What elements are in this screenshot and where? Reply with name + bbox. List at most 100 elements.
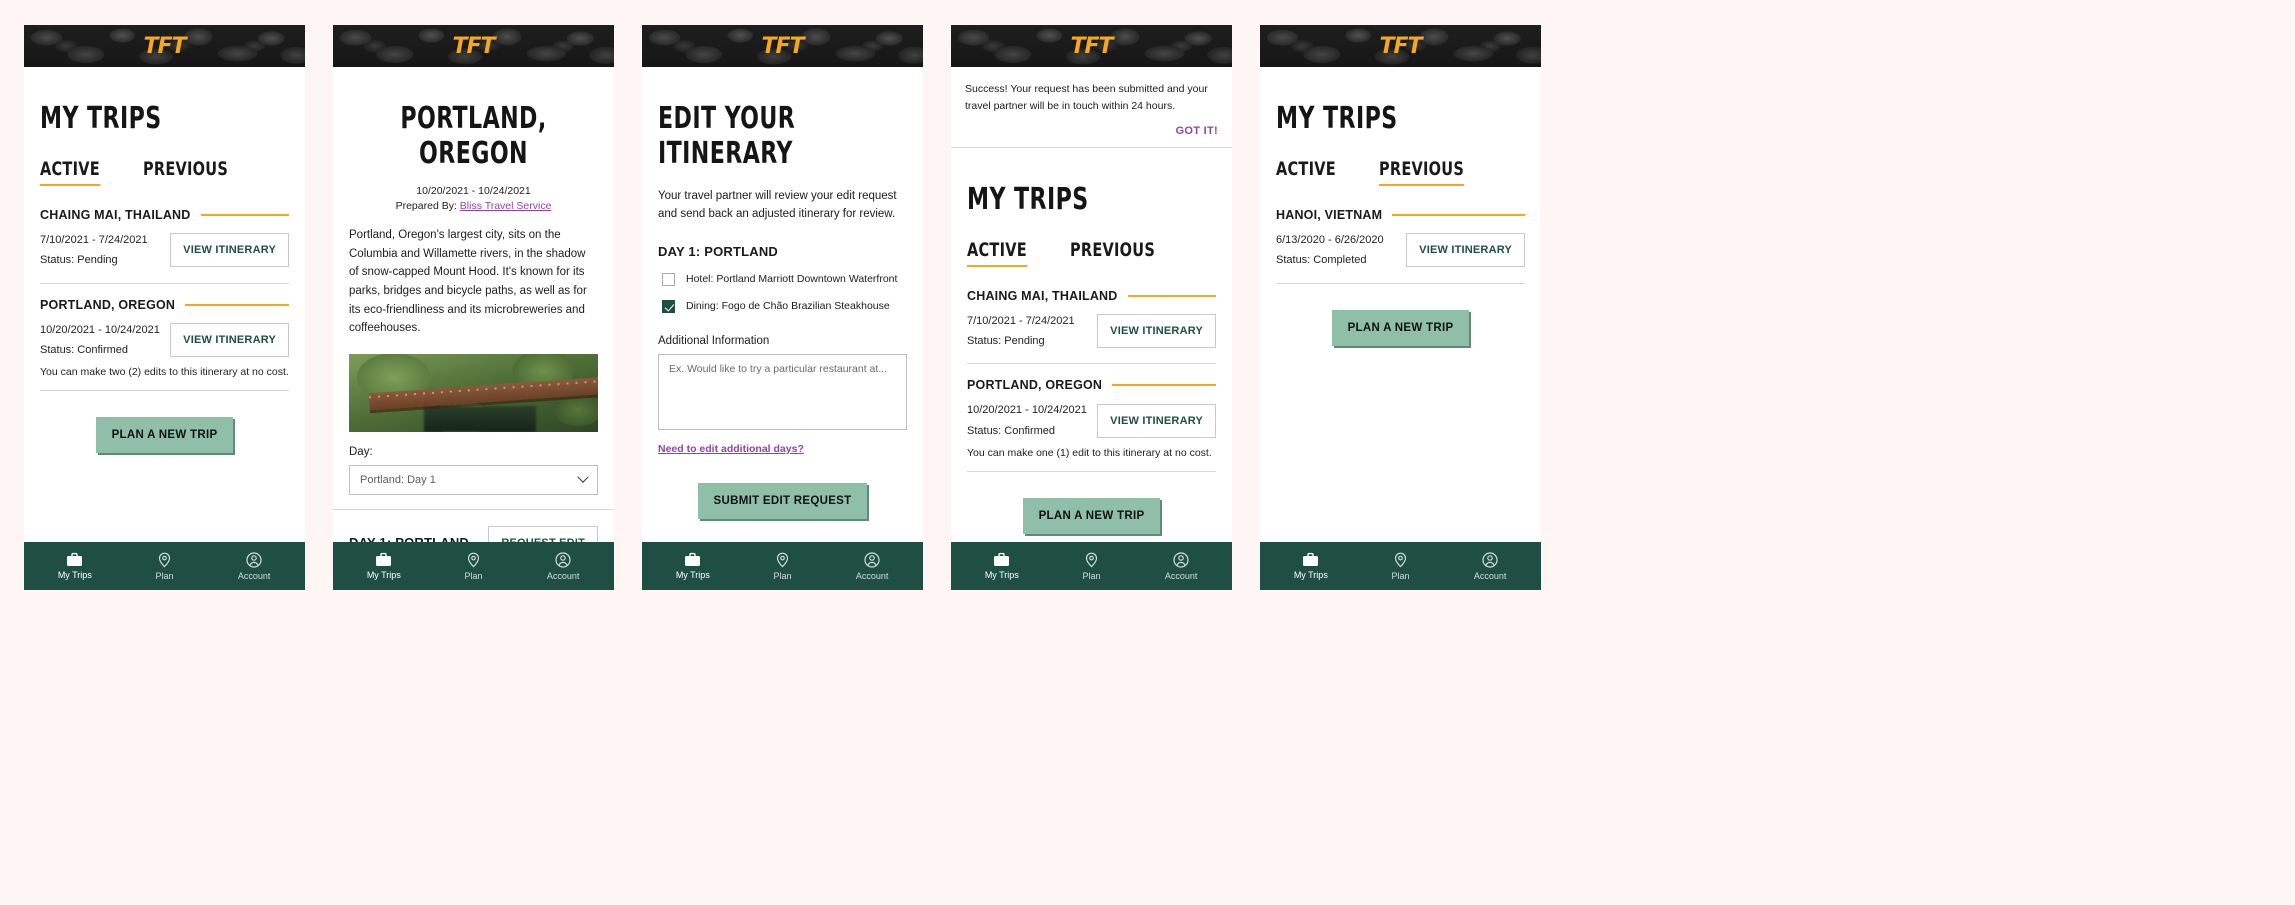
page-title: PORTLAND, OREGON [400,101,547,171]
nav-item-my-trips[interactable]: My Trips [30,552,119,580]
request-edit-button[interactable]: REQUEST EDIT [488,525,598,542]
nav-item-account[interactable]: Account [828,551,917,581]
plan-a-new-trip-button[interactable]: PLAN A NEW TRIP [1331,309,1470,346]
day-select[interactable]: Portland: Day 1 [349,464,598,495]
trip-row: 10/20/2021 - 10/24/2021 Status: Confirme… [967,400,1216,441]
tft-logo[interactable]: TFT [1070,34,1113,59]
tab-active[interactable]: ACTIVE [40,158,100,186]
nav-item-plan[interactable]: Plan [1356,552,1445,581]
trip-header: PORTLAND, OREGON [40,298,289,312]
nav-label: My Trips [1293,570,1328,580]
screen-content: EDIT YOUR ITINERARY Your travel partner … [642,67,923,542]
checkbox-dining[interactable] [662,299,675,313]
map-pin-icon [157,552,172,568]
nav-item-account[interactable]: Account [1446,551,1535,581]
tab-previous[interactable]: PREVIOUS [1070,239,1155,267]
nav-item-my-trips[interactable]: My Trips [339,552,428,580]
screen-content: MY TRIPS ACTIVE PREVIOUS HANOI, VIETNAM … [1260,67,1541,542]
trip-row: 7/10/2021 - 7/24/2021 Status: Pending VI… [967,311,1216,352]
trip-meta: 7/10/2021 - 7/24/2021 Status: Pending [40,230,148,271]
nav-item-plan[interactable]: Plan [1047,552,1136,581]
view-itinerary-button[interactable]: VIEW ITINERARY [170,233,289,268]
trip-meta: 7/10/2021 - 7/24/2021 Status: Pending [967,311,1075,352]
tft-logo[interactable]: TFT [143,34,186,59]
account-circle-icon [864,551,880,568]
trip-dates: 10/20/2021 - 10/24/2021 [967,404,1087,417]
nav-item-plan[interactable]: Plan [738,552,827,581]
travel-service-link[interactable]: Bliss Travel Service [460,200,552,212]
nav-label: My Trips [366,570,401,580]
trip-row: 6/13/2020 - 6/26/2020 Status: Completed … [1276,230,1525,271]
forest-bridge-photo [349,353,598,432]
nav-label: My Trips [675,570,710,580]
trip-status: Status: Pending [967,334,1045,347]
bottom-navigation: My Trips Plan Account [1260,542,1541,590]
tab-active[interactable]: ACTIVE [1276,158,1336,186]
view-itinerary-button[interactable]: VIEW ITINERARY [1406,233,1525,268]
trip-list: HANOI, VIETNAM 6/13/2020 - 6/26/2020 Sta… [1276,208,1525,284]
trip-edit-note: You can make two (2) edits to this itine… [40,366,289,379]
plan-a-new-trip-button[interactable]: PLAN A NEW TRIP [1022,497,1161,534]
trip-tabs: ACTIVE PREVIOUS [1276,158,1525,186]
app-header: TFT [1260,25,1541,67]
tft-logo[interactable]: TFT [761,34,804,59]
trip-destination: CHAING MAI, THAILAND [967,288,1118,303]
nav-item-my-trips[interactable]: My Trips [1266,552,1355,580]
nav-item-my-trips[interactable]: My Trips [648,552,737,580]
briefcase-icon [375,552,392,567]
screen-content: MY TRIPS ACTIVE PREVIOUS CHAING MAI, THA… [951,147,1232,542]
nav-item-account[interactable]: Account [210,551,299,581]
checkbox-row-dining[interactable]: Dining: Fogo de Chão Brazilian Steakhous… [658,299,907,313]
checkbox-row-hotel[interactable]: Hotel: Portland Marriott Downtown Waterf… [658,272,907,286]
nav-item-plan[interactable]: Plan [120,552,209,581]
briefcase-icon [993,552,1010,567]
nav-label: My Trips [57,570,92,580]
account-circle-icon [555,551,571,568]
nav-item-plan[interactable]: Plan [429,552,518,581]
additional-info-input[interactable]: Ex. Would like to try a particular resta… [658,353,907,430]
nav-item-account[interactable]: Account [519,551,608,581]
trip-card: HANOI, VIETNAM 6/13/2020 - 6/26/2020 Sta… [1276,208,1525,284]
tab-previous[interactable]: PREVIOUS [143,158,228,186]
view-itinerary-button[interactable]: VIEW ITINERARY [170,323,289,358]
view-itinerary-button[interactable]: VIEW ITINERARY [1097,313,1216,348]
trip-header: HANOI, VIETNAM [1276,208,1525,222]
tab-active[interactable]: ACTIVE [967,239,1027,267]
edit-additional-days-link[interactable]: Need to edit additional days? [658,443,804,455]
trip-list: CHAING MAI, THAILAND 7/10/2021 - 7/24/20… [967,289,1216,472]
checkbox-hotel[interactable] [662,272,675,286]
nav-label: Account [855,570,889,581]
trip-dates: 10/20/2021 - 10/24/2021 [40,323,160,336]
view-itinerary-button[interactable]: VIEW ITINERARY [1097,403,1216,438]
map-pin-icon [775,552,790,568]
additional-info-label: Additional Information [658,334,770,347]
screen-my-trips-previous: TFT MY TRIPS ACTIVE PREVIOUS HANOI, VIET… [1260,25,1541,590]
account-circle-icon [1482,551,1498,568]
briefcase-icon [684,552,701,567]
map-pin-icon [466,552,481,568]
submit-edit-request-button[interactable]: SUBMIT EDIT REQUEST [697,482,868,519]
plan-a-new-trip-button[interactable]: PLAN A NEW TRIP [95,417,234,454]
page-title: MY TRIPS [1276,101,1398,136]
tft-logo[interactable]: TFT [1379,34,1422,59]
nav-label: Plan [155,570,174,581]
screen-my-trips-success: TFT Success! Your request has been submi… [951,25,1232,590]
tft-logo[interactable]: TFT [452,34,495,59]
trip-destination: PORTLAND, OREGON [967,378,1103,393]
trip-header: CHAING MAI, THAILAND [967,289,1216,303]
nav-label: Account [546,570,580,581]
bottom-navigation: My Trips Plan Account [24,542,305,590]
nav-label: Account [237,570,271,581]
tab-previous[interactable]: PREVIOUS [1378,158,1464,186]
nav-label: My Trips [984,570,1019,580]
nav-item-account[interactable]: Account [1137,551,1226,581]
trip-row: 10/20/2021 - 10/24/2021 Status: Confirme… [40,320,289,361]
trip-status: Status: Confirmed [967,424,1056,437]
briefcase-icon [66,552,83,567]
map-pin-icon [1084,552,1099,568]
trip-destination: HANOI, VIETNAM [1276,208,1383,222]
account-circle-icon [1173,551,1189,568]
nav-item-my-trips[interactable]: My Trips [957,552,1046,580]
prepared-by-line: Prepared By: Bliss Travel Service [349,200,598,212]
got-it-button[interactable]: GOT IT! [965,125,1218,137]
